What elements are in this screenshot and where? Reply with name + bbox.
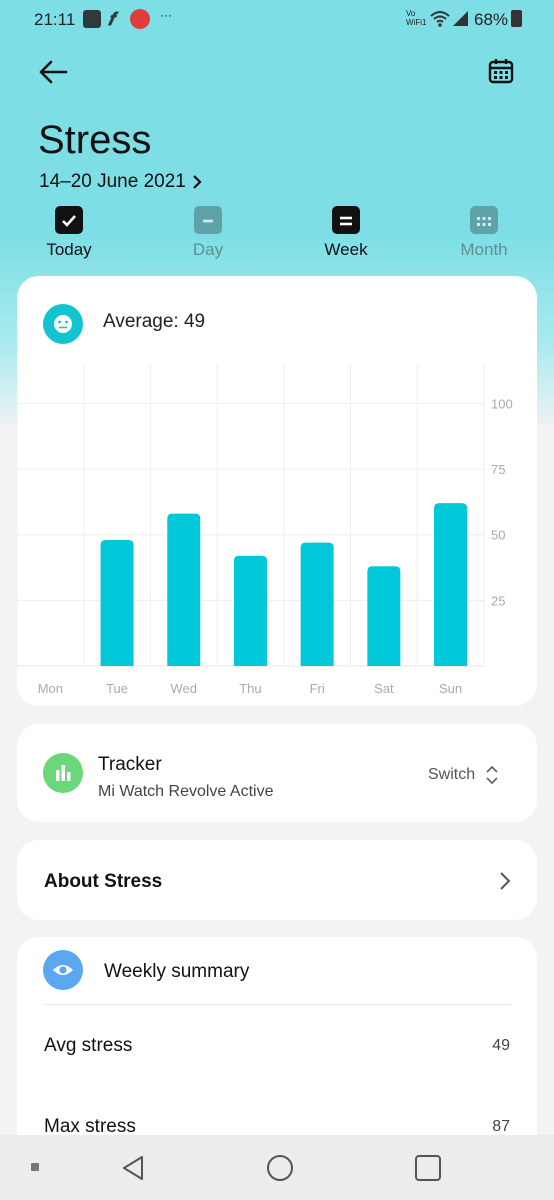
recents-nav-icon[interactable] (414, 1154, 442, 1182)
x-tick-label: Thu (239, 681, 261, 696)
avg-stress-label: Avg stress (44, 1035, 133, 1056)
calendar-check-icon (55, 206, 83, 234)
switch-label: Switch (428, 766, 476, 783)
bar-thu (233, 555, 267, 666)
more-notifications-icon: ··· (160, 8, 172, 22)
back-nav-icon[interactable] (120, 1154, 148, 1182)
y-tick-label: 75 (491, 462, 505, 477)
switch-tracker-button[interactable]: Switch (428, 764, 499, 786)
average-label: Average: 49 (103, 311, 206, 332)
bar-sat (367, 566, 401, 666)
max-stress-value: 87 (492, 1118, 510, 1135)
status-time: 21:11 (34, 10, 76, 29)
date-range-selector[interactable]: 14–20 June 2021 (39, 171, 202, 193)
tracker-device: Mi Watch Revolve Active (98, 783, 274, 800)
y-tick-label: 100 (491, 396, 513, 411)
x-tick-label: Mon (38, 681, 63, 696)
unfold-icon (486, 765, 498, 785)
stress-chart-card: Average: 49 25 50 75 100 Mon Tue Wed Thu Fri Sat S… (17, 276, 537, 706)
calendar-month-icon (470, 206, 498, 234)
nav-dot-icon[interactable] (31, 1163, 39, 1171)
notes-notification-icon (83, 10, 101, 28)
x-tick-label: Sat (374, 681, 394, 696)
bar-tue (100, 539, 134, 666)
app-notification-icon: 𝒇 (108, 9, 115, 29)
x-tick-label: Fri (310, 681, 325, 696)
tracker-title: Tracker (98, 754, 162, 775)
eye-icon (43, 950, 83, 990)
tab-today[interactable]: Today (29, 206, 109, 260)
battery-icon (511, 10, 522, 27)
x-tick-label: Sun (439, 681, 462, 696)
divider (44, 1004, 510, 1005)
about-stress-card[interactable]: About Stress (17, 840, 537, 920)
x-tick-label: Tue (106, 681, 128, 696)
x-tick-label: Wed (171, 681, 198, 696)
status-bar: 21:11 𝒇 ··· Vo WiFi1 68% (0, 0, 554, 38)
bar-sun (434, 503, 468, 666)
avg-stress-value: 49 (492, 1037, 510, 1054)
tab-month[interactable]: Month (444, 206, 524, 260)
bar-wed (167, 513, 201, 666)
tracker-card: Tracker Mi Watch Revolve Active Switch (17, 724, 537, 822)
calendar-week-icon (332, 206, 360, 234)
back-arrow-icon[interactable] (38, 58, 68, 86)
neutral-face-icon (43, 304, 83, 344)
bar-chart-icon (43, 753, 83, 793)
calendar-day-icon (194, 206, 222, 234)
tab-week[interactable]: Week (306, 206, 386, 260)
y-tick-label: 50 (491, 528, 505, 543)
summary-title: Weekly summary (104, 961, 250, 982)
bar-fri (300, 542, 334, 666)
home-nav-icon[interactable] (266, 1154, 294, 1182)
chevron-right-icon (500, 872, 511, 890)
tab-day[interactable]: Day (168, 206, 248, 260)
about-stress-label: About Stress (44, 871, 163, 892)
chevron-right-icon (193, 175, 202, 189)
signal-icon (453, 11, 468, 26)
date-range-label: 14–20 June 2021 (39, 171, 186, 192)
page-title: Stress (38, 118, 152, 162)
y-tick-label: 25 (491, 593, 505, 608)
system-nav-bar (0, 1135, 554, 1200)
vowifi-icon: Vo WiFi1 (406, 9, 427, 27)
battery-percent: 68% (474, 10, 509, 29)
airtel-notification-icon (130, 9, 150, 29)
wifi-icon (430, 11, 450, 27)
stress-bar-chart: 25 50 75 100 Mon Tue Wed Thu Fri Sat Sun (17, 364, 513, 696)
calendar-icon[interactable] (488, 58, 514, 84)
